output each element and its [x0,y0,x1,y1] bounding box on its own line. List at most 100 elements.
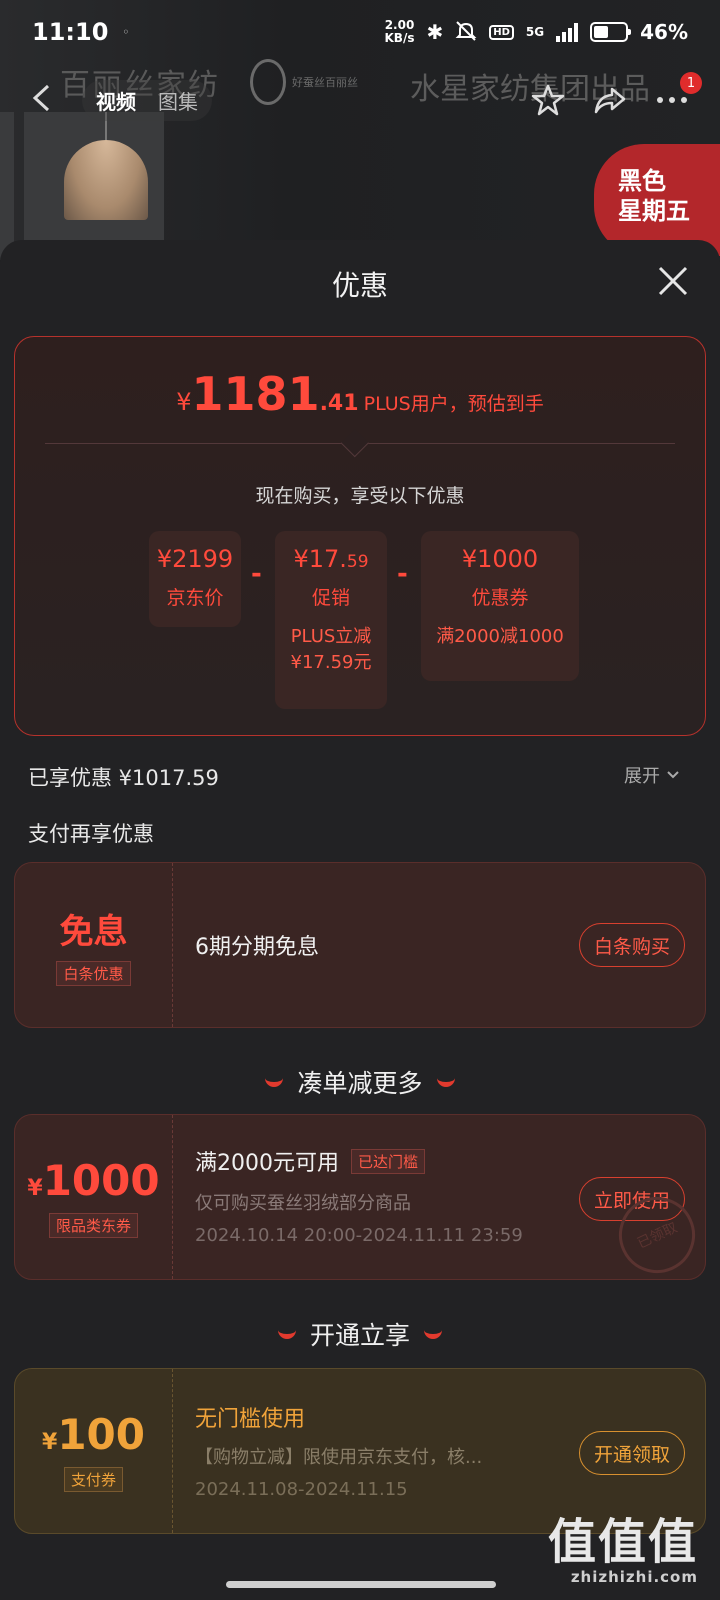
media-tabs: 视频 图集 [82,79,212,121]
coupon-desc: 仅可购买蚕丝羽绒部分商品 [195,1193,411,1214]
battery-fill [594,26,608,38]
section-open-title: 开通立享 [309,1321,410,1350]
activate-claim-button[interactable]: 开通领取 [578,1431,685,1475]
more-dots-icon [657,97,687,103]
promotion-amount: ¥17.59 [275,545,387,573]
jd-price-box: ¥2199 京东价 [149,531,241,627]
hero-edge [0,112,14,260]
coupon-tag: 限品类东券 [48,1213,138,1238]
section-open-header: 开通立享 [0,1316,720,1352]
pay-coupon-card: ¥100 支付券 无门槛使用 【购物立减】限使用京东支付，核... 2024.1… [14,1368,706,1534]
expand-label: 展开 [624,766,660,787]
nav-actions: 1 [530,72,702,118]
coupon-status: 已达门槛 [351,1148,426,1174]
close-icon [658,266,688,296]
pay-coupon-desc: 【购物立减】限使用京东支付，核... [195,1447,483,1468]
pay-more-title: 支付再享优惠 [28,822,154,846]
coupon-period: 2024.10.14 20:00-2024.11.11 23:59 [195,1225,523,1246]
promotion-label: 促销 [311,587,350,609]
tab-video[interactable]: 视频 [96,86,136,115]
jd-coupon-card: ¥1000 限品类东券 满2000元可用 已达门槛 仅可购买蚕丝羽绒部分商品 2… [14,1114,708,1286]
section-more-title: 凑单减更多 [297,1069,423,1098]
promo-tag-line2: 星期五 [618,197,690,225]
minus-sign-1: - [251,559,262,589]
coupon-currency: ¥ [27,1176,43,1201]
network-type: 5G [525,25,545,39]
smile-icon-right [424,1329,442,1339]
bluetooth-icon: ✱ [426,20,444,44]
coupon-box-label: 优惠券 [471,587,529,609]
status-time: 11:10 [32,18,109,46]
promotion-amount-main: ¥17. [293,545,347,573]
pay-coupon-left: ¥100 支付券 [15,1369,173,1533]
star-icon [531,84,565,116]
smile-icon-left [265,1077,284,1087]
status-bar: 11:10 ◦ 2.00 KB/s ✱ HD 5G 46% [0,0,720,64]
tab-gallery[interactable]: 图集 [158,86,198,115]
discount-sheet: 优惠 ¥1181.41 PLUS用户，预估到手 现在购买，享受以下优惠 ¥219… [0,240,720,1600]
estimate-decimal: .41 [319,391,359,416]
promotion-note-line2: ¥17.59元 [290,652,372,673]
home-indicator[interactable] [226,1581,496,1588]
installment-big: 免息 [59,912,128,952]
enjoyed-discount: 已享优惠 ¥1017.59 [28,766,219,790]
watermark-logo: 值值值 [547,1514,698,1570]
summary-divider-notch [340,428,369,458]
installment-left: 免息 白条优惠 [15,863,173,1027]
cart-badge: 1 [680,72,702,94]
product-top-nav: 视频 图集 1 [0,70,720,130]
coupon-title-row: 满2000元可用 已达门槛 [195,1145,426,1177]
lamp-image [64,140,148,220]
pay-coupon-currency: ¥ [42,1430,58,1455]
estimated-price: ¥1181.41 PLUS用户，预估到手 [15,367,705,421]
promotion-note-line1: PLUS立减 [290,626,372,647]
coupon-box: ¥1000 优惠券 满2000减1000 [421,531,579,681]
back-button[interactable] [30,78,70,122]
pay-coupon-tag: 支付券 [63,1467,123,1492]
share-icon [594,87,626,114]
coupon-title: 满2000元可用 [195,1151,339,1176]
sheet-title: 优惠 [331,269,388,302]
hd-icon: HD [489,24,514,40]
more-button[interactable]: 1 [654,72,702,118]
coupon-box-note: 满2000减1000 [436,626,564,647]
section-more-header: 凑单减更多 [0,1064,720,1100]
network-speed: 2.00 KB/s [385,19,415,45]
installment-desc: 6期分期免息 [195,935,319,960]
pay-coupon-amount: ¥100 [42,1410,145,1459]
smile-icon-right [436,1077,455,1087]
chevron-down-icon [667,771,679,779]
chevron-left-icon [32,84,50,112]
pay-coupon-period: 2024.11.08-2024.11.15 [195,1479,408,1500]
promotion-note: PLUS立减 ¥17.59元 [275,624,387,676]
baitiao-buy-button[interactable]: 白条购买 [578,923,685,967]
promotion-box: ¥17.59 促销 PLUS立减 ¥17.59元 [275,531,387,709]
signal-icon [556,22,579,42]
buy-now-text: 现在购买，享受以下优惠 [255,485,465,507]
estimate-suffix: PLUS用户，预估到手 [363,393,544,415]
promotion-amount-small: 59 [346,552,369,572]
coupon-left: ¥1000 限品类东券 [15,1115,173,1279]
coupon-amount: ¥1000 [27,1156,159,1205]
network-speed-unit: KB/s [384,31,415,45]
coupon-amount-value: 1000 [42,1156,160,1205]
promo-tag-line1: 黑色 [618,167,666,195]
site-watermark: 值值值 zhizhizhi.com [548,1516,698,1586]
pay-coupon-amount-value: 100 [57,1410,145,1459]
estimate-currency: ¥ [176,388,192,416]
estimate-integer: 1181 [191,367,320,421]
close-button[interactable] [654,262,692,300]
jd-price-amount: ¥2199 [156,545,234,573]
price-summary-card: ¥1181.41 PLUS用户，预估到手 现在购买，享受以下优惠 ¥2199 京… [14,336,706,736]
coupon-box-amount: ¥1000 [461,545,539,573]
notification-dot-icon: ◦ [122,25,130,39]
expand-button[interactable]: 展开 [624,762,680,788]
installment-card: 免息 白条优惠 6期分期免息 白条购买 [14,862,706,1028]
pay-coupon-title: 无门槛使用 [195,1407,306,1432]
status-icons: 2.00 KB/s ✱ HD 5G 46% [385,19,689,45]
favorite-button[interactable] [530,82,566,118]
battery-icon [590,22,632,42]
smile-icon-left [277,1329,296,1339]
share-button[interactable] [592,82,628,118]
installment-tag: 白条优惠 [56,961,131,986]
